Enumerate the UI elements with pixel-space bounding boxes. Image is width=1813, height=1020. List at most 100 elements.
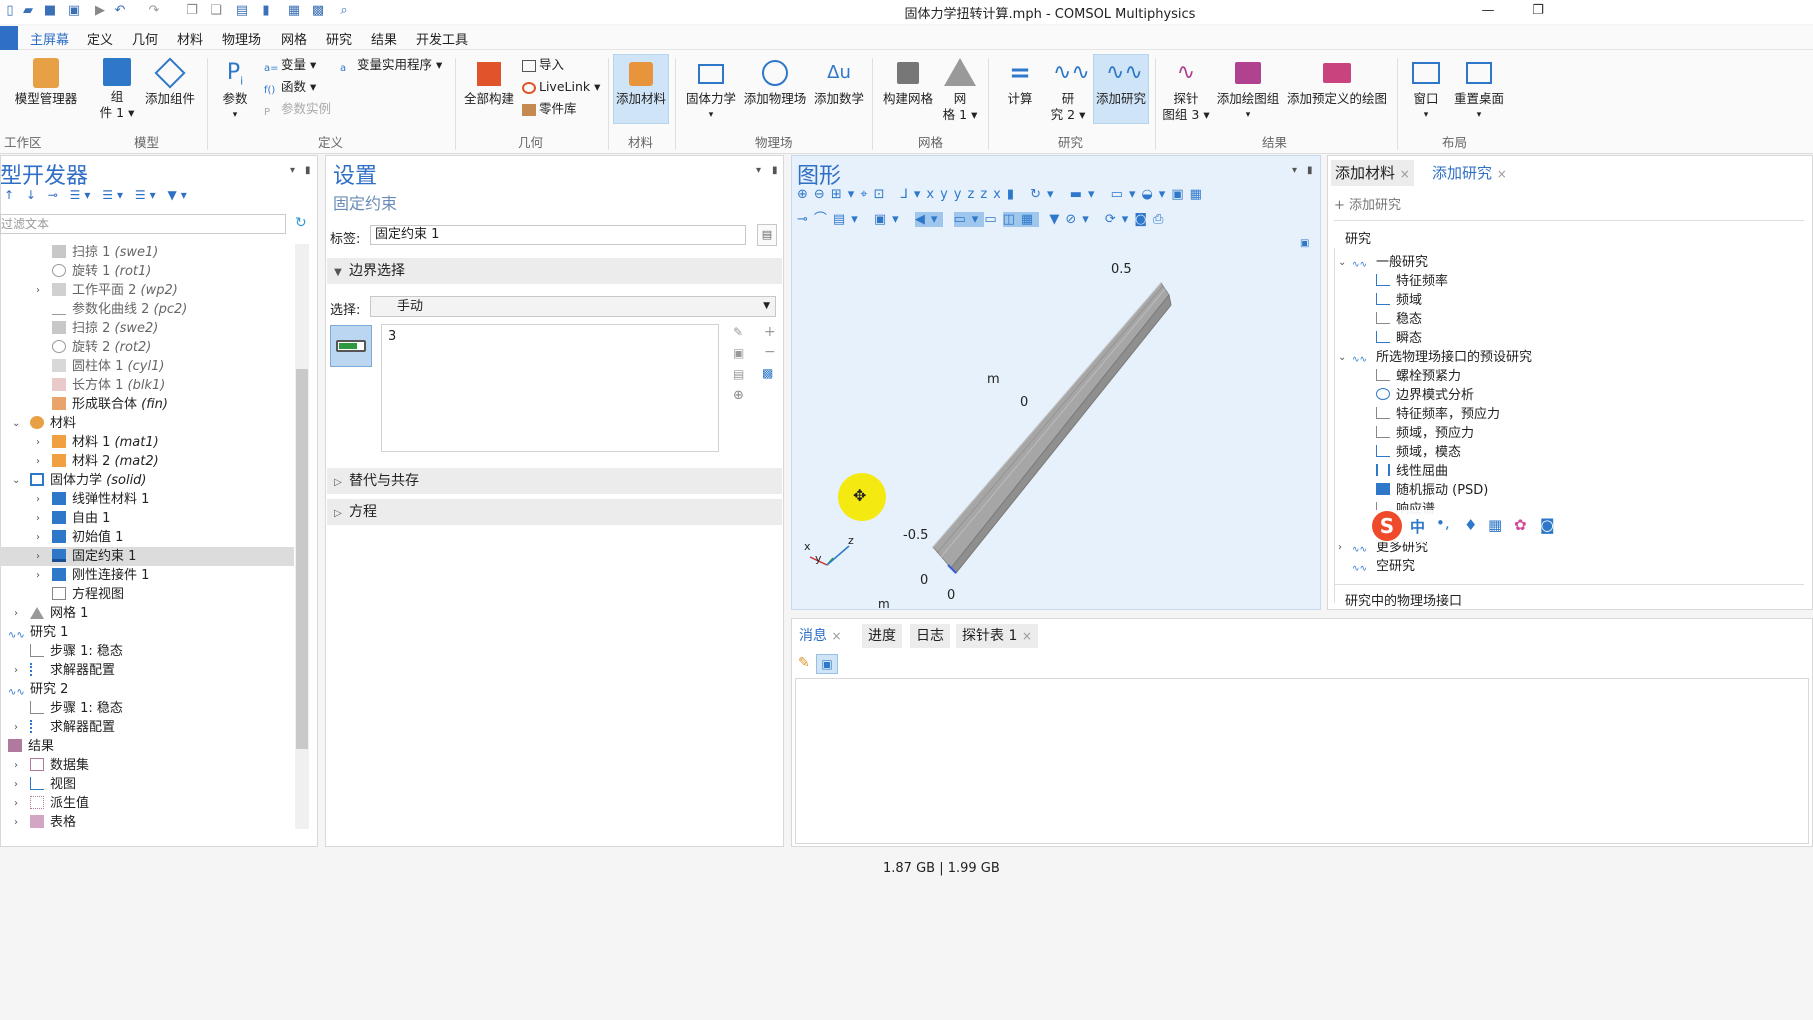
import-button[interactable]: 导入 — [522, 56, 564, 74]
selection-list-item[interactable]: 3 — [388, 329, 396, 344]
tree-node-derived-values[interactable]: › 派生值 — [14, 794, 89, 813]
menu-developer[interactable]: 开发工具 — [416, 29, 468, 48]
study-item-linear-buckling[interactable]: 线性屈曲 — [1376, 462, 1448, 481]
close-icon[interactable]: × — [831, 629, 841, 643]
expand-arrow-icon[interactable]: › — [14, 661, 18, 680]
add-material-button[interactable]: 添加材料 — [613, 58, 669, 107]
label-input[interactable]: 固定约束 1 — [370, 225, 746, 245]
tree-node-material-1[interactable]: › 材料 1 (mat1) — [36, 433, 159, 452]
tab-messages[interactable]: 消息 × — [793, 624, 848, 648]
close-icon[interactable]: × — [1022, 629, 1032, 643]
windows-button[interactable]: 窗口 ▾ — [1402, 58, 1450, 123]
expand-icon[interactable]: ☰▾ — [70, 188, 95, 202]
copy-selection-icon[interactable]: ▣ — [733, 346, 744, 360]
panel-pin-icon[interactable]: ▮ — [305, 165, 311, 176]
create-selection-icon[interactable]: ⊕ — [733, 388, 744, 403]
sogou-logo-icon[interactable]: S — [1372, 511, 1402, 541]
clear-selection-icon[interactable]: ▤ — [733, 367, 744, 381]
expand-arrow-icon[interactable]: › — [36, 433, 40, 452]
tree-node-sweep-2[interactable]: 扫掠 2 (swe2) — [52, 319, 158, 338]
zoom-selection-icon[interactable]: ▩ — [762, 366, 773, 380]
study-group-general[interactable]: ⌄ ∿∿ 一般研究 — [1338, 253, 1428, 272]
close-icon[interactable]: × — [1400, 167, 1410, 181]
reset-desktop-button[interactable]: 重置桌面 ▾ — [1450, 58, 1508, 123]
tree-node-form-union[interactable]: 形成联合体 (fin) — [52, 395, 168, 414]
param-case-button[interactable]: P 参数实例 — [264, 100, 331, 118]
move-up-icon[interactable]: ↑ — [4, 188, 18, 202]
close-icon[interactable]: × — [1497, 167, 1507, 181]
study-item-eigenfrequency[interactable]: 特征频率 — [1376, 272, 1448, 291]
collapse-arrow-icon[interactable]: ⌄ — [1338, 348, 1346, 367]
section-boundary-selection[interactable]: ▼ 边界选择 — [327, 258, 782, 284]
collapse-arrow-icon[interactable]: ⌄ — [1338, 253, 1346, 272]
study-item-frequency-domain[interactable]: 频域 — [1376, 291, 1422, 310]
study-item-bolt-pretension[interactable]: 螺栓预紧力 — [1376, 367, 1461, 386]
model-manager-button[interactable]: 模型管理器 — [8, 58, 84, 107]
file-menu-button[interactable] — [0, 26, 18, 50]
expand-arrow-icon[interactable]: › — [14, 604, 18, 623]
keyboard-icon[interactable]: ▦ — [1488, 516, 1502, 534]
probe-plot-group-button[interactable]: ∿ 探针 图组 3 ▾ — [1160, 58, 1212, 123]
parts-library-button[interactable]: 零件库 — [522, 100, 577, 118]
expand-arrow-icon[interactable]: › — [14, 794, 18, 813]
study-2-button[interactable]: ∿∿ 研 究 2 ▾ — [1046, 58, 1090, 123]
add-plot-group-button[interactable]: 添加绘图组 ▾ — [1212, 58, 1284, 123]
add-study-action[interactable]: + 添加研究 — [1334, 194, 1401, 213]
compute-button[interactable]: = 计算 — [998, 58, 1042, 107]
tree-node-results[interactable]: 结果 — [8, 737, 54, 756]
messages-area[interactable] — [795, 678, 1809, 844]
functions-button[interactable]: f() 函数 ▾ — [264, 78, 316, 96]
tools-icon[interactable]: ◙ — [1540, 516, 1555, 534]
build-mesh-button[interactable]: 构建网格 — [878, 58, 938, 107]
tree-node-sweep-1[interactable]: 扫掠 1 (swe1) — [52, 243, 158, 262]
ime-chinese-mode[interactable]: 中 — [1410, 516, 1425, 537]
ime-punctuation[interactable]: •, — [1436, 514, 1450, 532]
solid-mechanics-button[interactable]: 固体力学 ▾ — [682, 58, 740, 123]
menu-study[interactable]: 研究 — [326, 29, 352, 48]
expand-arrow-icon[interactable]: › — [14, 718, 18, 737]
tree-node-datasets[interactable]: › 数据集 — [14, 756, 89, 775]
add-math-button[interactable]: Δu 添加数学 — [810, 58, 868, 107]
study-item-random-vibration[interactable]: 随机振动 (PSD) — [1376, 481, 1488, 500]
menu-results[interactable]: 结果 — [371, 29, 397, 48]
menu-physics[interactable]: 物理场 — [222, 29, 261, 48]
tree-node-free[interactable]: › 自由 1 — [36, 509, 110, 528]
menu-definitions[interactable]: 定义 — [87, 29, 113, 48]
menu-materials[interactable]: 材料 — [177, 29, 203, 48]
tree-node-materials[interactable]: ⌄ 材料 — [12, 414, 76, 433]
study-item-empty[interactable]: ∿∿ 空研究 — [1352, 557, 1415, 576]
tree-node-revolve-1[interactable]: 旋转 1 (rot1) — [52, 262, 151, 281]
maximize-icon[interactable]: ❐ — [1528, 3, 1548, 19]
variable-utilities-button[interactable]: a 变量实用程序 ▾ — [340, 56, 442, 74]
add-physics-button[interactable]: 添加物理场 — [740, 58, 810, 107]
tree-node-cylinder-1[interactable]: 圆柱体 1 (cyl1) — [52, 357, 164, 376]
selection-list[interactable]: 3 — [381, 324, 719, 452]
menu-mesh[interactable]: 网格 — [281, 29, 307, 48]
tree-node-study-1[interactable]: ∿∿ 研究 1 — [8, 623, 68, 642]
expand-arrow-icon[interactable]: › — [14, 756, 18, 775]
tree-node-study-2-step-1[interactable]: 步骤 1: 稳态 — [30, 699, 123, 718]
clear-messages-icon[interactable]: ✎ — [798, 655, 810, 671]
study-item-transient[interactable]: 瞬态 — [1376, 329, 1422, 348]
tree-node-solid-mechanics[interactable]: ⌄ 固体力学 (solid) — [12, 471, 147, 490]
build-all-button[interactable]: 全部构建 — [460, 58, 518, 107]
expand-arrow-icon[interactable]: › — [14, 813, 18, 832]
tree-node-study-2-solver[interactable]: › 求解器配置 — [14, 718, 115, 737]
tree-node-initial-values[interactable]: › 初始值 1 — [36, 528, 123, 547]
skin-icon[interactable]: ✿ — [1514, 516, 1527, 534]
section-equation[interactable]: ▷ 方程 — [327, 499, 782, 525]
mesh-1-button[interactable]: 网 格 1 ▾ — [940, 58, 980, 123]
expand-arrow-icon[interactable]: › — [36, 490, 40, 509]
tree-node-mesh-1[interactable]: › 网格 1 — [14, 604, 88, 623]
label-reset-icon[interactable]: ▤ — [757, 224, 777, 246]
show-icon[interactable]: ⊸ — [48, 188, 62, 202]
tree-node-workplane-2[interactable]: › 工作平面 2 (wp2) — [36, 281, 178, 300]
study-item-boundary-mode[interactable]: 边界模式分析 — [1376, 386, 1474, 405]
study-item-stationary[interactable]: 稳态 — [1376, 310, 1422, 329]
tree-node-study-2[interactable]: ∿∿ 研究 2 — [8, 680, 68, 699]
add-predefined-plot-button[interactable]: 添加预定义的绘图 — [1284, 58, 1390, 107]
expand-arrow-icon[interactable]: › — [36, 281, 40, 300]
expand-arrow-icon[interactable]: › — [14, 775, 18, 794]
message-options-icon[interactable]: ▣ — [816, 654, 838, 674]
refresh-icon[interactable]: ↻ — [295, 215, 307, 231]
